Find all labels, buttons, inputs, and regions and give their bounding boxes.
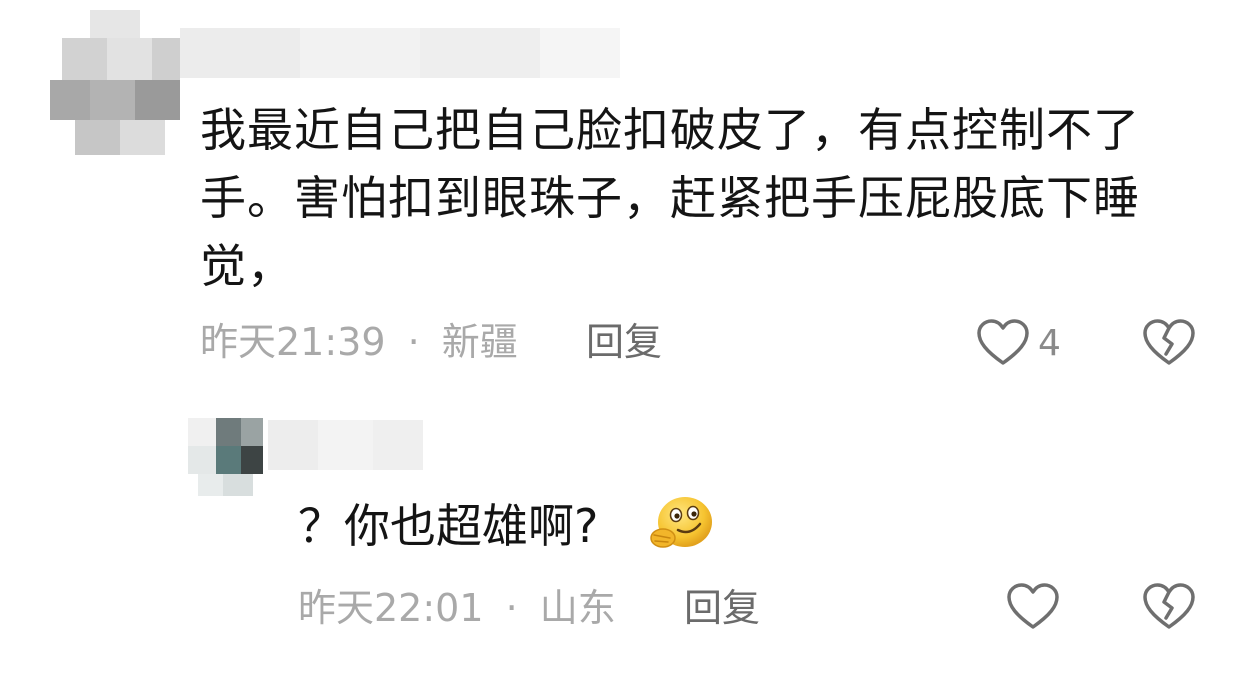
username-pixel (318, 420, 373, 470)
reply-time: 昨天22:01 (298, 586, 484, 630)
username-pixel (540, 28, 620, 78)
avatar-pixel (50, 80, 90, 120)
comment-username-blurred[interactable] (180, 28, 620, 78)
comment-reply-button[interactable]: 回复 (586, 320, 662, 364)
comment-time: 昨天21:39 (200, 320, 386, 364)
comment-meta: 昨天21:39 · 新疆 (200, 320, 518, 364)
broken-heart-icon[interactable] (1142, 582, 1196, 632)
comment-avatar[interactable] (50, 0, 180, 160)
avatar-pixel (188, 418, 216, 446)
comment-body: 我最近自己把自己脸扣破皮了，有点控制不了手。害怕扣到眼珠子，赶紧把手压屁股底下睡… (200, 103, 1140, 293)
avatar-pixel (75, 120, 120, 155)
avatar-pixel (135, 80, 180, 120)
reply-avatar[interactable] (188, 418, 268, 498)
avatar-pixel (152, 38, 180, 80)
meta-separator: · (505, 586, 518, 630)
username-pixel (420, 28, 540, 78)
avatar-pixel (62, 38, 107, 80)
avatar-pixel (120, 120, 165, 155)
reply-meta: 昨天22:01 · 山东 (298, 586, 616, 630)
avatar-pixel (90, 80, 135, 120)
avatar-pixel (107, 38, 152, 80)
broken-heart-icon[interactable] (1142, 318, 1196, 368)
avatar-pixel (198, 474, 223, 496)
reply-reply-button[interactable]: 回复 (684, 586, 760, 630)
reply-location: 山东 (539, 586, 616, 630)
sly-grin-emoji-icon (650, 497, 712, 548)
heart-outline-icon[interactable] (1006, 582, 1060, 632)
comment-like-count: 4 (1038, 323, 1061, 364)
avatar-pixel (241, 418, 263, 446)
reply-body: ？你也超雄啊? (298, 496, 598, 556)
avatar-pixel (188, 446, 216, 474)
username-pixel (373, 420, 423, 470)
meta-separator: · (407, 320, 420, 364)
reply-username-blurred[interactable] (268, 420, 423, 470)
avatar-pixel (216, 418, 241, 446)
username-pixel (180, 28, 300, 78)
reply-body-text: ？你也超雄啊? (298, 499, 599, 553)
heart-outline-icon[interactable] (976, 318, 1030, 368)
avatar-pixel (223, 474, 253, 496)
username-pixel (300, 28, 420, 78)
avatar-pixel (216, 446, 241, 474)
username-pixel (268, 420, 318, 470)
avatar-pixel (241, 446, 263, 474)
comment-location: 新疆 (441, 320, 518, 364)
